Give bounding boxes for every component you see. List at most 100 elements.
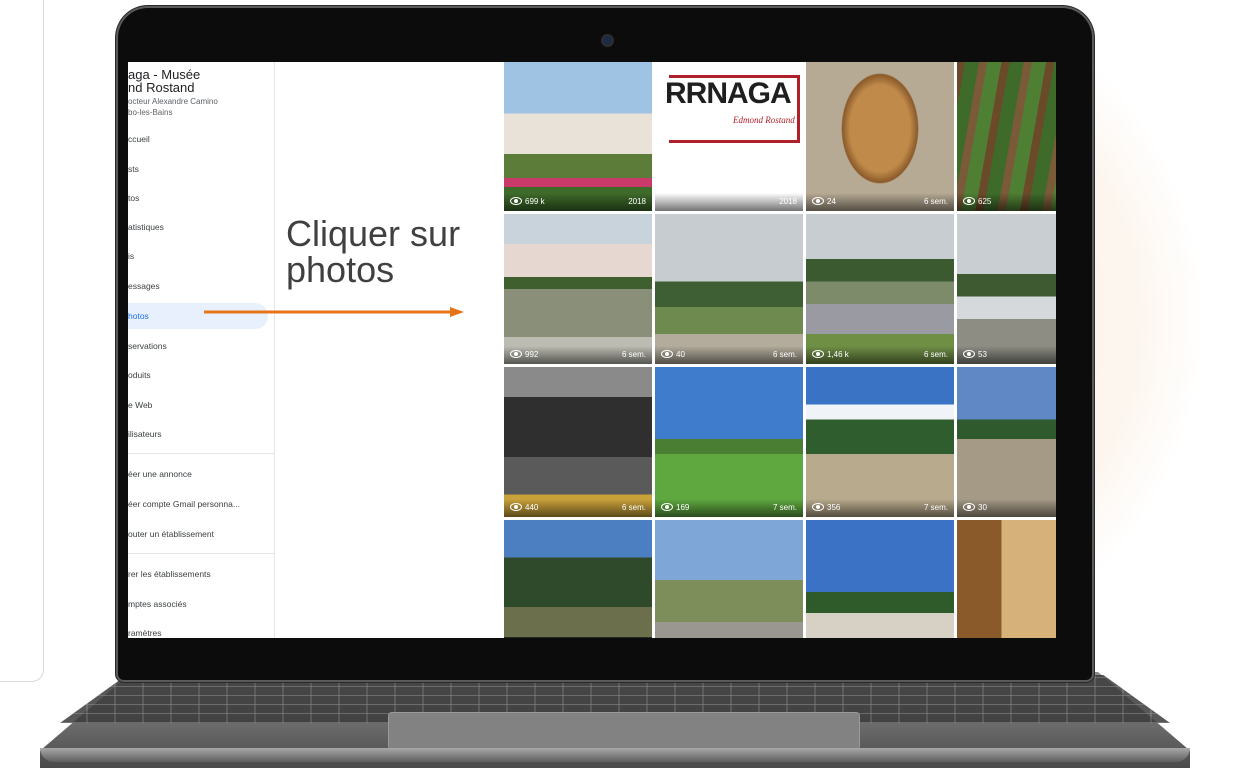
logo-frame [669, 75, 800, 143]
view-count-text: 169 [676, 503, 690, 512]
photo-caption: 2018 [655, 193, 803, 211]
photo-tile[interactable]: 169 7 sem. [655, 367, 803, 517]
photo-date: 6 sem. [621, 503, 646, 512]
sidebar-item-creer-gmail[interactable]: éer compte Gmail personna... [128, 491, 268, 517]
photo-date: 6 sem. [923, 197, 948, 206]
eye-icon [661, 503, 673, 511]
photo-date: 6 sem. [772, 350, 797, 359]
sidebar-item-avis[interactable]: is [128, 243, 268, 269]
photo-date: 6 sem. [621, 350, 646, 359]
photo-date: 6 sem. [923, 350, 948, 359]
view-count-text: 699 k [525, 197, 545, 206]
eye-icon [963, 350, 975, 358]
view-count-text: 53 [978, 350, 987, 359]
annotation-arrow-icon [204, 307, 464, 317]
eye-icon [963, 197, 975, 205]
view-count-text: 1,46 k [827, 350, 849, 359]
laptop-base-edge [40, 748, 1190, 762]
photo-tile[interactable]: RRNAGA Edmond Rostand 2018 [655, 62, 803, 211]
logo-subtitle: Edmond Rostand [733, 115, 795, 125]
view-count: 625 [963, 193, 991, 211]
photo-caption: 40 6 sem. [655, 346, 803, 364]
view-count: 699 k [510, 193, 545, 211]
view-count-text: 24 [827, 197, 836, 206]
eye-icon [963, 503, 975, 511]
sidebar-item-messages[interactable]: essages [128, 273, 268, 299]
sidebar-item-produits[interactable]: oduits [128, 362, 268, 388]
view-count-text: 625 [978, 197, 992, 206]
sidebar-item-comptes-associes[interactable]: mptes associés [128, 591, 268, 617]
background-card [0, 0, 44, 682]
sidebar-item-ajouter-etablissement[interactable]: outer un établissement [128, 521, 268, 547]
photo-date: 2018 [628, 197, 646, 206]
sidebar-item-infos[interactable]: tos [128, 185, 268, 211]
photo-tile[interactable]: 625 [957, 62, 1056, 211]
view-count: 440 [510, 499, 538, 517]
eye-icon [812, 503, 824, 511]
photo-caption: 440 6 sem. [504, 499, 652, 517]
sidebar-item-gerer-etablissements[interactable]: rer les établissements [128, 561, 268, 587]
view-count-text: 992 [525, 350, 539, 359]
view-count-text: 30 [978, 503, 987, 512]
photo-caption: 53 [957, 346, 1056, 364]
view-count: 356 [812, 499, 840, 517]
photo-tile[interactable]: 699 k 2018 [504, 62, 652, 211]
photo-date: 2018 [779, 197, 797, 206]
view-count-text: 40 [676, 350, 685, 359]
view-count-text: 440 [525, 503, 539, 512]
view-count: 53 [963, 346, 987, 364]
sidebar: aga - Musée nd Rostand octeur Alexandre … [128, 62, 275, 638]
eye-icon [510, 503, 522, 511]
photo-caption: 169 7 sem. [655, 499, 803, 517]
photo-caption: 24 6 sem. [806, 193, 954, 211]
business-address: octeur Alexandre Camino bo-les-Bains [128, 97, 218, 117]
photo-caption: 992 6 sem. [504, 346, 652, 364]
photo-tile[interactable]: 440 6 sem. [504, 367, 652, 517]
eye-icon [510, 350, 522, 358]
sidebar-item-reservations[interactable]: servations [128, 333, 268, 359]
photo-tile[interactable]: 30 [957, 367, 1056, 517]
photo-tile[interactable]: 24 6 sem. [806, 62, 954, 211]
photo-caption: 1,46 k 6 sem. [806, 346, 954, 364]
view-count: 40 [661, 346, 685, 364]
photo-caption: 625 [957, 193, 1056, 211]
sidebar-item-accueil[interactable]: ccueil [128, 126, 268, 152]
view-count: 169 [661, 499, 689, 517]
sidebar-divider [128, 453, 274, 454]
photo-date: 7 sem. [923, 503, 948, 512]
sidebar-item-parametres[interactable]: ramètres [128, 620, 268, 638]
webcam-icon [601, 34, 614, 47]
view-count: 992 [510, 346, 538, 364]
sidebar-item-creer-annonce[interactable]: éer une annonce [128, 461, 268, 487]
laptop-screen: aga - Musée nd Rostand octeur Alexandre … [128, 62, 1056, 638]
eye-icon [812, 350, 824, 358]
photo-tile[interactable]: 40 6 sem. [655, 214, 803, 364]
sidebar-divider [128, 553, 274, 554]
sidebar-item-site-web[interactable]: e Web [128, 392, 268, 418]
annotation-text: Cliquer sur photos [286, 213, 461, 290]
photo-tile[interactable]: 4457 sem. [504, 520, 652, 638]
view-count: 24 [812, 193, 836, 211]
photo-tile[interactable]: 107 sem. [655, 520, 803, 638]
photo-caption: 30 [957, 499, 1056, 517]
view-count: 30 [963, 499, 987, 517]
photo-caption: 356 7 sem. [806, 499, 954, 517]
view-count-text: 356 [827, 503, 841, 512]
photo-tile[interactable]: 18 [957, 520, 1056, 638]
photo-grid: 699 k 2018 RRNAGA Edmond Rostand 2018 24 6 sem… [504, 62, 1056, 638]
eye-icon [812, 197, 824, 205]
photo-tile[interactable]: 1,46 k 6 sem. [806, 214, 954, 364]
sidebar-item-utilisateurs[interactable]: ilisateurs [128, 421, 268, 447]
photo-tile[interactable]: 53 [957, 214, 1056, 364]
sidebar-item-statistiques[interactable]: atistiques [128, 214, 268, 240]
photo-date: 7 sem. [772, 503, 797, 512]
laptop-trackpad [388, 712, 860, 750]
eye-icon [661, 350, 673, 358]
eye-icon [510, 197, 522, 205]
photo-tile[interactable]: 356 7 sem. [806, 367, 954, 517]
photo-tile[interactable]: 1557 sem. [806, 520, 954, 638]
view-count: 1,46 k [812, 346, 849, 364]
photo-tile[interactable]: 992 6 sem. [504, 214, 652, 364]
sidebar-item-posts[interactable]: sts [128, 156, 268, 182]
photo-caption: 699 k 2018 [504, 193, 652, 211]
